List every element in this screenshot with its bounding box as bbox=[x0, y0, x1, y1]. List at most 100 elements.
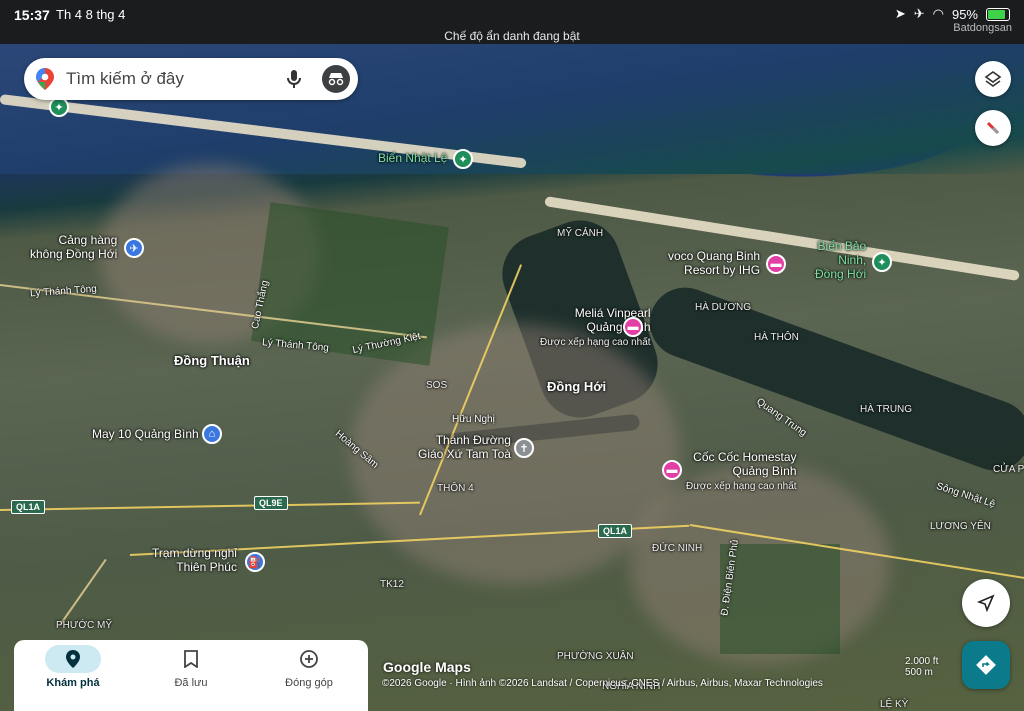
bookmark-icon bbox=[184, 650, 198, 668]
search-input[interactable]: Tìm kiếm ở đây bbox=[66, 69, 184, 89]
street-label: Sông Nhật Lệ bbox=[934, 480, 997, 511]
navigation-arrow-icon bbox=[977, 594, 995, 612]
attraction-pin-icon[interactable]: ✦ bbox=[453, 149, 473, 169]
map-label-line: Trạm dừng nghỉ bbox=[152, 546, 237, 560]
map-label: MỸ CẢNH bbox=[557, 228, 604, 239]
street-label: Quang Trung bbox=[754, 396, 809, 439]
map-label: SOS bbox=[426, 380, 448, 391]
compass-button[interactable] bbox=[975, 110, 1011, 146]
directions-icon bbox=[976, 655, 996, 675]
map-label: HÀ THÔN bbox=[754, 332, 799, 343]
attraction-pin-icon[interactable]: ✦ bbox=[872, 252, 892, 272]
map-label[interactable]: Biển Bảo Ninh, Đồng Hới bbox=[815, 239, 867, 281]
microphone-icon[interactable] bbox=[286, 69, 302, 94]
nav-explore[interactable]: Khám phá bbox=[14, 640, 132, 711]
airplane-icon: ✈ bbox=[913, 6, 925, 21]
nav-icon-wrap bbox=[45, 645, 101, 673]
google-maps-logo: Google Maps bbox=[383, 659, 471, 675]
attraction-pin-icon[interactable]: ✦ bbox=[49, 97, 69, 117]
incognito-notice: Chế độ ẩn danh đang bật bbox=[444, 29, 580, 43]
street-label: Hữu Nghị bbox=[452, 414, 495, 425]
layers-icon bbox=[984, 71, 1002, 87]
search-bar[interactable]: Tìm kiếm ở đây bbox=[24, 58, 358, 100]
map-label: CỬA P bbox=[993, 464, 1024, 475]
map-label-line: Ninh, bbox=[838, 252, 867, 267]
pin-icon bbox=[66, 650, 80, 668]
highway-shield: QL1A bbox=[598, 524, 633, 538]
scale-ft: 2.000 ft bbox=[905, 656, 939, 667]
map-label-line: Giáo Xứ Tam Toà bbox=[418, 446, 511, 461]
nav-icon-wrap bbox=[163, 645, 219, 673]
layers-button[interactable] bbox=[975, 61, 1011, 97]
satellite-map[interactable]: Biển Nhật Lệ ✦ ✦ Cảng hàng không Đồng Hớ… bbox=[0, 44, 1024, 711]
scale-m: 500 m bbox=[905, 667, 933, 678]
map-label: ĐỨC NINH bbox=[652, 543, 703, 554]
map-label[interactable]: Biển Nhật Lệ bbox=[378, 151, 447, 166]
map-label-line: Thiên Phúc bbox=[176, 559, 237, 574]
map-label[interactable]: Thánh Đường Giáo Xứ Tam Toà bbox=[418, 433, 511, 462]
map-label-line: Cốc Cốc Homestay bbox=[693, 450, 797, 464]
highway-shield: QL1A bbox=[11, 500, 46, 514]
map-label-line: Resort by IHG bbox=[684, 262, 761, 277]
status-icons: ➤ ✈ ◠ 95% bbox=[895, 6, 1010, 22]
map-label[interactable]: Cốc Cốc Homestay Quảng Bình Được xếp hạn… bbox=[686, 450, 797, 492]
map-label-line: Thánh Đường bbox=[435, 433, 511, 447]
map-label: PHƯỜNG XUÂN bbox=[557, 651, 634, 662]
map-label: THÔN 4 bbox=[437, 483, 474, 494]
nav-saved[interactable]: Đã lưu bbox=[132, 640, 250, 711]
map-label: HÀ TRUNG bbox=[860, 404, 913, 415]
map-label: LƯƠNG YÊN bbox=[930, 521, 991, 532]
nav-label: Khám phá bbox=[46, 677, 100, 689]
map-attribution[interactable]: ©2026 Google · Hình ảnh ©2026 Landsat / … bbox=[382, 678, 823, 689]
status-bar: 15:37 Th 4 8 thg 4 Chế độ ẩn danh đang b… bbox=[0, 0, 1024, 44]
road bbox=[0, 501, 420, 511]
wifi-icon: ◠ bbox=[932, 6, 944, 21]
battery-percent: 95% bbox=[951, 6, 978, 22]
airport-icon[interactable]: ✈ bbox=[124, 238, 144, 258]
battery-icon bbox=[986, 7, 1010, 21]
street-label: Lý Thánh Tông bbox=[29, 283, 98, 300]
map-label: TK12 bbox=[380, 579, 404, 590]
map-label[interactable]: Đồng Hới bbox=[547, 379, 606, 395]
map-label[interactable]: May 10 Quảng Bình bbox=[92, 427, 199, 442]
hotel-pin-icon[interactable]: ▬ bbox=[623, 317, 643, 337]
status-time: 15:37 bbox=[14, 7, 50, 23]
bottom-navigation: Khám phá Đã lưu Đóng góp bbox=[14, 640, 368, 711]
map-label[interactable]: Đồng Thuận bbox=[174, 353, 250, 369]
map-label-line: Được xếp hạng cao nhất bbox=[540, 336, 651, 348]
map-label-line: Biển Bảo bbox=[817, 239, 867, 253]
gas-station-icon[interactable]: ⛽ bbox=[245, 552, 265, 572]
church-pin-icon[interactable]: ✝ bbox=[514, 438, 534, 458]
location-icon: ➤ bbox=[894, 6, 906, 21]
watermark: Batdongsan bbox=[953, 22, 1012, 34]
hotel-pin-icon[interactable]: ▬ bbox=[766, 254, 786, 274]
incognito-avatar-icon[interactable] bbox=[322, 65, 350, 93]
road bbox=[59, 558, 107, 626]
add-circle-icon bbox=[300, 650, 318, 668]
map-label-line: Quảng Bình bbox=[732, 463, 797, 478]
map-label-line: Đồng Hới bbox=[815, 266, 867, 281]
shopping-pin-icon[interactable]: ⌂ bbox=[202, 424, 222, 444]
google-maps-pin-icon bbox=[36, 68, 54, 95]
nav-contribute[interactable]: Đóng góp bbox=[250, 640, 368, 711]
nav-label: Đã lưu bbox=[174, 677, 208, 689]
hotel-pin-icon[interactable]: ▬ bbox=[662, 460, 682, 480]
map-label-line: không Đồng Hới bbox=[30, 246, 118, 261]
highway-shield: QL9E bbox=[254, 496, 288, 510]
scale-bar: 2.000 ft 500 m bbox=[905, 656, 938, 678]
map-label-line: Cảng hàng bbox=[58, 233, 118, 247]
my-location-button[interactable] bbox=[962, 579, 1010, 627]
nav-label: Đóng góp bbox=[285, 677, 333, 689]
status-date: Th 4 8 thg 4 bbox=[56, 7, 126, 22]
map-label[interactable]: Trạm dừng nghỉ Thiên Phúc bbox=[152, 546, 237, 575]
compass-icon bbox=[986, 121, 1000, 135]
map-label-line: Meliá Vinpearl bbox=[574, 306, 651, 320]
map-label: HÀ DƯƠNG bbox=[695, 302, 752, 313]
directions-button[interactable] bbox=[962, 641, 1010, 689]
map-label: LỆ KỲ bbox=[880, 699, 909, 710]
map-label[interactable]: Cảng hàng không Đồng Hới bbox=[30, 233, 118, 262]
map-label[interactable]: voco Quang Binh Resort by IHG bbox=[668, 249, 761, 278]
map-label: PHƯỚC MỸ bbox=[56, 620, 113, 631]
map-label-line: voco Quang Binh bbox=[668, 249, 761, 263]
nav-icon-wrap bbox=[281, 645, 337, 673]
